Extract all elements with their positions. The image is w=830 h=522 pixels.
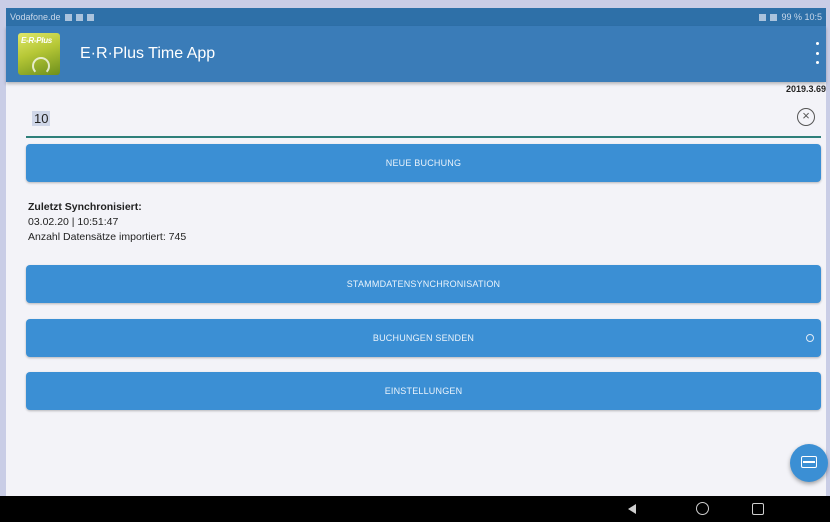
clear-circle-icon[interactable]: ×: [797, 108, 815, 126]
master-data-sync-button[interactable]: STAMMDATENSYNCHRONISATION: [26, 265, 821, 303]
nav-back-icon[interactable]: [628, 504, 636, 514]
wifi-icon: [770, 13, 778, 21]
master-data-sync-label: STAMMDATENSYNCHRONISATION: [346, 279, 501, 289]
fab-keyboard-icon: [801, 456, 817, 468]
bluetooth-icon: [759, 13, 767, 21]
new-booking-button[interactable]: NEUE BUCHUNG: [26, 144, 821, 182]
sync-info: Zuletzt Synchronisiert: 03.02.20 | 10:51…: [28, 200, 186, 245]
logo-arc-icon: [32, 57, 50, 75]
status-left: Vodafone.de: [10, 12, 94, 22]
booking-input[interactable]: 10 ×: [26, 104, 821, 138]
android-nav-bar: [0, 496, 830, 522]
notification-icon: [75, 13, 83, 21]
nav-home-icon[interactable]: [696, 502, 709, 515]
window-frame-top: [0, 0, 830, 8]
version-label: 2019.3.69: [785, 84, 826, 94]
fab-keyboard-button[interactable]: [790, 444, 828, 482]
settings-label: EINSTELLUNGEN: [384, 386, 463, 396]
signal-icon: [64, 13, 72, 21]
window-frame-right: [826, 0, 830, 522]
send-bookings-button[interactable]: BUCHUNGEN SENDEN: [26, 319, 821, 357]
sync-timestamp: 03.02.20 | 10:51:47: [28, 216, 119, 228]
status-right: 99 % 10:5: [759, 12, 822, 22]
send-bookings-label: BUCHUNGEN SENDEN: [372, 333, 475, 343]
app-bar: E-R-Plus E·R·Plus Time App: [6, 26, 826, 82]
app-logo-text: E-R-Plus: [21, 36, 52, 45]
sync-title: Zuletzt Synchronisiert:: [28, 201, 142, 213]
battery-time-label: 99 % 10:5: [781, 12, 822, 22]
sync-records-count: Anzahl Datensätze importiert: 745: [28, 231, 187, 243]
app-logo: E-R-Plus: [18, 33, 60, 75]
sync-status-icon: [806, 334, 814, 342]
booking-input-value[interactable]: 10: [32, 111, 51, 126]
carrier-label: Vodafone.de: [10, 12, 61, 22]
notification-icon: [86, 13, 94, 21]
status-bar: Vodafone.de 99 % 10:5: [6, 8, 826, 26]
app-title: E·R·Plus Time App: [80, 45, 216, 62]
settings-button[interactable]: EINSTELLUNGEN: [26, 372, 821, 410]
new-booking-label: NEUE BUCHUNG: [385, 158, 462, 168]
nav-recent-icon[interactable]: [752, 503, 764, 515]
overflow-menu-icon[interactable]: [814, 42, 820, 64]
